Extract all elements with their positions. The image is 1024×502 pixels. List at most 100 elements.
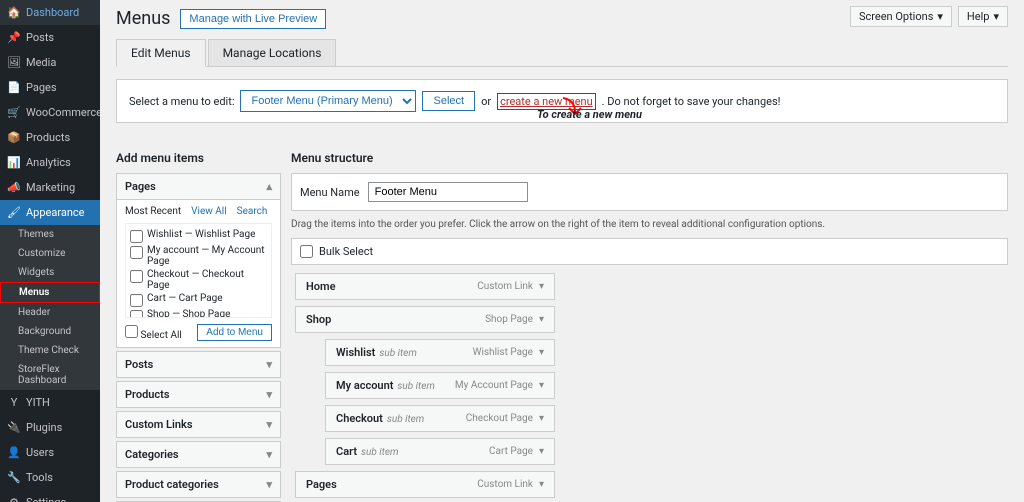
page-item[interactable]: Cart — Cart Page [130,292,267,308]
admin-sidebar: 🏠Dashboard📌Posts🖼Media📄Pages🛒WooCommerce… [0,0,100,502]
sidebar-item-plugins[interactable]: 🔌Plugins [0,415,100,440]
sidebar-sub-menus[interactable]: Menus [0,282,100,303]
bulk-select-row: Bulk Select [291,238,1008,265]
acc-tab-viewall[interactable]: View All [191,206,226,217]
acc-tab-recent[interactable]: Most Recent [125,206,181,217]
sidebar-item-media[interactable]: 🖼Media [0,50,100,75]
annotation-text: To create a new menu [537,108,642,121]
page-item[interactable]: Wishlist — Wishlist Page [130,228,267,244]
sidebar-item-analytics[interactable]: 📊Analytics [0,150,100,175]
accordion-custom-links[interactable]: Custom Links▾ [117,412,280,437]
sidebar-sub-background[interactable]: Background [0,322,100,341]
caret-up-icon: ▴ [266,180,272,193]
page-checkbox[interactable] [130,246,143,259]
menu-icon: 🔌 [8,422,20,434]
caret-down-icon: ▾ [539,281,544,292]
menu-icon: 📊 [8,157,20,169]
pages-accordion-header[interactable]: Pages▴ [117,174,280,200]
sidebar-item-marketing[interactable]: 📣Marketing [0,175,100,200]
sidebar-item-settings[interactable]: ⚙Settings [0,490,100,502]
page-checkbox[interactable] [130,310,143,318]
pages-accordion: Pages▴ Most Recent View All Search Wishl… [116,173,281,348]
sidebar-item-users[interactable]: 👤Users [0,440,100,465]
add-items-heading: Add menu items [116,151,281,165]
menu-structure-item[interactable]: HomeCustom Link▾ [295,273,555,300]
page-checkbox[interactable] [130,270,143,283]
page-checkbox[interactable] [130,230,143,243]
caret-down-icon: ▾ [539,479,544,490]
sidebar-sub-header[interactable]: Header [0,303,100,322]
sidebar-sub-storeflex-dashboard[interactable]: StoreFlex Dashboard [0,360,100,390]
caret-down-icon: ▾ [266,388,272,401]
live-preview-button[interactable]: Manage with Live Preview [180,9,326,29]
caret-down-icon: ▾ [993,10,999,23]
menu-icon: 🔧 [8,472,20,484]
acc-tab-search[interactable]: Search [237,206,268,217]
menu-structure-item[interactable]: Wishlistsub itemWishlist Page▾ [325,339,555,366]
caret-down-icon: ▾ [539,446,544,457]
menu-icon: 👤 [8,447,20,459]
caret-down-icon: ▾ [266,358,272,371]
sidebar-item-pages[interactable]: 📄Pages [0,75,100,100]
page-title: Menus [116,8,170,29]
bulk-select-checkbox[interactable] [300,245,313,258]
accordion-products[interactable]: Products▾ [117,382,280,407]
caret-down-icon: ▾ [266,418,272,431]
select-all-checkbox[interactable] [125,325,138,338]
menu-structure-item[interactable]: My accountsub itemMy Account Page▾ [325,372,555,399]
menu-name-row: Menu Name [291,173,1008,211]
accordion-categories[interactable]: Categories▾ [117,442,280,467]
menu-icon: 🖼 [8,57,20,69]
add-to-menu-button[interactable]: Add to Menu [197,324,272,341]
caret-down-icon: ▾ [266,448,272,461]
menu-items-list: HomeCustom Link▾ ShopShop Page▾ Wishlistsu… [291,273,1008,502]
help-button[interactable]: Help▾ [958,6,1008,27]
sidebar-sub-theme-check[interactable]: Theme Check [0,341,100,360]
sidebar-sub-customize[interactable]: Customize [0,244,100,263]
caret-down-icon: ▾ [266,478,272,491]
sidebar-item-posts[interactable]: 📌Posts [0,25,100,50]
select-all-label[interactable]: Select All [125,325,182,341]
page-checkbox[interactable] [130,294,143,307]
or-text: or [481,95,491,108]
caret-down-icon: ▾ [539,314,544,325]
page-item[interactable]: Shop — Shop Page [130,308,267,318]
menu-dropdown[interactable]: Footer Menu (Primary Menu) [240,90,416,112]
accordion-product-categories[interactable]: Product categories▾ [117,472,280,497]
menu-structure-item[interactable]: ShopShop Page▾ [295,306,555,333]
menu-icon: 📣 [8,182,20,194]
sidebar-item-tools[interactable]: 🔧Tools [0,465,100,490]
menu-icon: 📦 [8,132,20,144]
sidebar-item-woocommerce[interactable]: 🛒WooCommerce [0,100,100,125]
menu-icon: ⚙ [8,497,20,502]
menu-icon: 📌 [8,32,20,44]
caret-down-icon: ▾ [539,380,544,391]
sidebar-sub-widgets[interactable]: Widgets [0,263,100,282]
select-button[interactable]: Select [422,91,475,111]
sidebar-sub-themes[interactable]: Themes [0,225,100,244]
caret-down-icon: ▾ [937,10,943,23]
page-item[interactable]: My account — My Account Page [130,244,267,268]
accordion-posts[interactable]: Posts▾ [117,352,280,377]
sidebar-item-yith[interactable]: YYITH [0,390,100,415]
drag-hint: Drag the items into the order you prefer… [291,219,1008,230]
menu-icon: 📄 [8,82,20,94]
structure-heading: Menu structure [291,151,1008,165]
bulk-select-label: Bulk Select [319,245,373,258]
menu-structure-item[interactable]: Cartsub itemCart Page▾ [325,438,555,465]
screen-options-button[interactable]: Screen Options▾ [850,6,952,27]
menu-structure-item[interactable]: PagesCustom Link▾ [295,471,555,498]
sidebar-item-dashboard[interactable]: 🏠Dashboard [0,0,100,25]
page-item[interactable]: Checkout — Checkout Page [130,268,267,292]
menu-icon: 🛒 [8,107,20,119]
tab-manage-locations[interactable]: Manage Locations [208,39,337,66]
sidebar-item-appearance[interactable]: 🖌Appearance [0,200,100,225]
caret-down-icon: ▾ [539,347,544,358]
tabs: Edit Menus Manage Locations [116,39,1008,67]
menu-structure-item[interactable]: Checkoutsub itemCheckout Page▾ [325,405,555,432]
tab-edit-menus[interactable]: Edit Menus [116,39,206,67]
main-content: Screen Options▾ Help▾ Menus Manage with … [100,0,1024,502]
menu-icon: 🏠 [8,7,20,19]
sidebar-item-products[interactable]: 📦Products [0,125,100,150]
menu-name-input[interactable] [368,182,528,202]
